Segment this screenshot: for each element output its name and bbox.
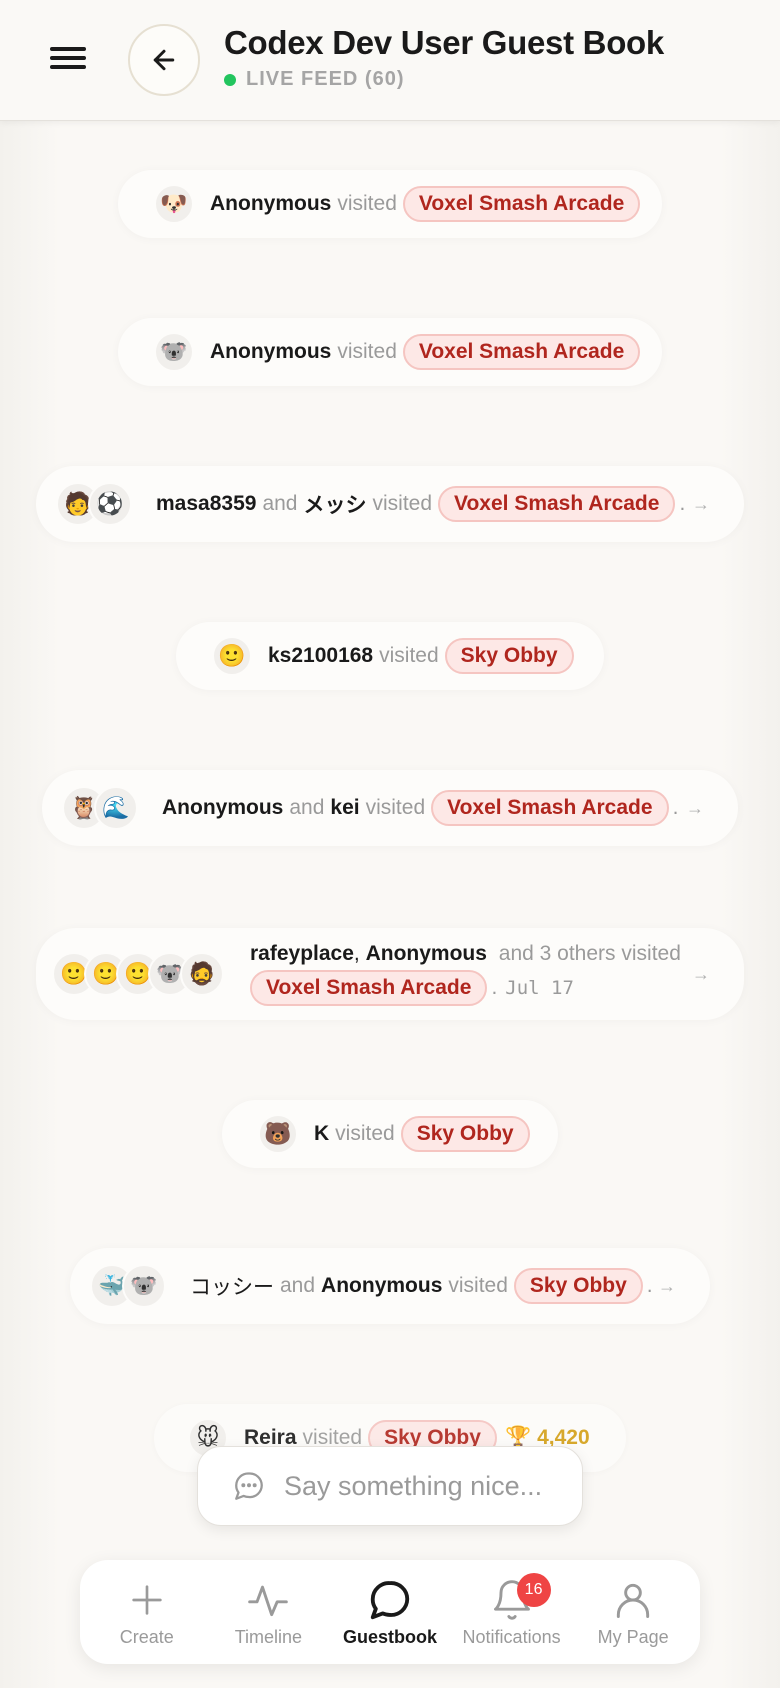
suffix-text: . xyxy=(679,492,686,515)
game-tag[interactable]: Sky Obby xyxy=(400,1116,530,1152)
suffix-text: . xyxy=(646,1274,653,1297)
joiner-text: , xyxy=(353,942,360,965)
feed-item[interactable]: 🐨 Anonymous visited Voxel Smash Arcade xyxy=(118,318,662,386)
verb-text: visited xyxy=(337,340,397,363)
activity-icon xyxy=(248,1585,289,1616)
verb-text: visited xyxy=(365,796,426,819)
chat-bubble-icon xyxy=(235,1472,263,1500)
user-name[interactable]: Anonymous xyxy=(210,192,331,216)
live-feed-label: LIVE FEED (60) xyxy=(246,68,405,90)
game-tag[interactable]: Voxel Smash Arcade xyxy=(402,186,641,222)
user-name[interactable]: Anonymous xyxy=(321,1274,442,1298)
avatar: 🐶 xyxy=(154,184,194,224)
nav-label: My Page xyxy=(597,1626,669,1647)
game-tag[interactable]: Sky Obby xyxy=(444,638,574,674)
compose-placeholder: Say something nice... xyxy=(284,1470,543,1501)
live-feed-indicator: LIVE FEED (60) xyxy=(224,68,404,91)
nav-notifications[interactable]: 16 Notifications xyxy=(453,1572,571,1648)
user-name[interactable]: Anonymous xyxy=(210,340,331,364)
nav-create[interactable]: Create xyxy=(88,1577,206,1648)
feed-item[interactable]: 🙂 🙂 🙂 🐨 🧔 rafeyplace, Anonymous and 3 ot… xyxy=(36,928,744,1020)
joiner-text: and xyxy=(262,492,298,515)
arrow-right-icon[interactable]: → xyxy=(692,494,710,515)
feed-item[interactable]: 🦉 🌊 Anonymous and kei visited Voxel Smas… xyxy=(42,770,738,846)
arrow-right-icon[interactable]: → xyxy=(686,798,704,819)
user-name[interactable]: kei xyxy=(330,796,359,820)
nav-label: Timeline xyxy=(234,1626,303,1647)
user-name[interactable]: Anonymous xyxy=(162,796,283,820)
nav-my-page[interactable]: My Page xyxy=(574,1577,692,1648)
user-name[interactable]: rafeyplace xyxy=(250,942,354,965)
avatar: 🐨 xyxy=(122,1264,166,1308)
feed-item[interactable]: 🧑 ⚽ masa8359 and メッシ visited Voxel Smash… xyxy=(36,466,744,542)
avatar: 🐻 xyxy=(258,1114,298,1154)
suffix-text: . xyxy=(672,796,679,819)
nav-guestbook[interactable]: Guestbook xyxy=(331,1577,449,1648)
top-header: Codex Dev User Guest Book LIVE FEED (60) xyxy=(0,0,780,121)
feed-item-text: rafeyplace, Anonymous and 3 others visit… xyxy=(250,942,687,1006)
others-text: and 3 others visited xyxy=(498,942,681,965)
user-name[interactable]: masa8359 xyxy=(156,492,256,516)
user-name[interactable]: K xyxy=(314,1122,329,1146)
feed-item[interactable]: 🙂 ks2100168 visited Sky Obby xyxy=(176,622,604,690)
avatar: 🙂 xyxy=(212,636,252,676)
live-dot-icon xyxy=(224,73,236,86)
avatar: ⚽ xyxy=(88,482,132,526)
feed-item[interactable]: 🐻 K visited Sky Obby xyxy=(222,1100,558,1168)
verb-text: visited xyxy=(379,644,439,667)
avatar: 🧔 xyxy=(180,952,224,996)
verb-text: visited xyxy=(335,1122,395,1145)
verb-text: visited xyxy=(372,492,433,515)
nav-timeline[interactable]: Timeline xyxy=(209,1577,327,1648)
user-name[interactable]: ks2100168 xyxy=(268,644,373,668)
notification-badge: 16 xyxy=(516,1572,551,1607)
user-icon xyxy=(617,1583,650,1618)
game-tag[interactable]: Voxel Smash Arcade xyxy=(431,790,669,826)
bottom-navigation: Create Timeline Guestbook 16 Notificatio… xyxy=(80,1560,700,1664)
arrow-right-icon[interactable]: → xyxy=(658,1276,676,1297)
nav-label: Guestbook xyxy=(342,1626,437,1647)
avatar: 🐨 xyxy=(154,332,194,372)
chat-icon xyxy=(370,1580,410,1619)
arrow-right-icon[interactable]: → xyxy=(692,964,710,985)
joiner-text: and xyxy=(280,1274,316,1297)
menu-icon[interactable] xyxy=(48,43,88,73)
page-title: Codex Dev User Guest Book xyxy=(224,24,664,61)
message-input[interactable]: Say something nice... xyxy=(197,1446,583,1526)
nav-label: Notifications xyxy=(462,1626,561,1647)
back-button[interactable] xyxy=(128,24,200,96)
joiner-text: and xyxy=(289,796,325,819)
plus-icon xyxy=(132,1584,162,1615)
feed-item[interactable]: 🐶 Anonymous visited Voxel Smash Arcade xyxy=(118,170,662,238)
user-name[interactable]: Anonymous xyxy=(366,942,487,965)
game-tag[interactable]: Voxel Smash Arcade xyxy=(250,970,488,1006)
date-text: Jul 17 xyxy=(505,977,574,999)
verb-text: visited xyxy=(448,1274,508,1297)
user-name[interactable]: メッシ xyxy=(303,489,366,519)
game-tag[interactable]: Sky Obby xyxy=(513,1268,643,1304)
game-tag[interactable]: Voxel Smash Arcade xyxy=(402,334,641,370)
verb-text: visited xyxy=(337,192,397,215)
arrow-left-icon xyxy=(153,49,175,71)
game-tag[interactable]: Voxel Smash Arcade xyxy=(438,486,676,522)
avatar: 🌊 xyxy=(94,786,138,830)
feed-item[interactable]: 🐳 🐨 コッシー and Anonymous visited Sky Obby … xyxy=(70,1248,710,1324)
nav-label: Create xyxy=(119,1626,174,1647)
user-name[interactable]: コッシー xyxy=(190,1271,274,1301)
suffix-text: . xyxy=(491,976,498,999)
